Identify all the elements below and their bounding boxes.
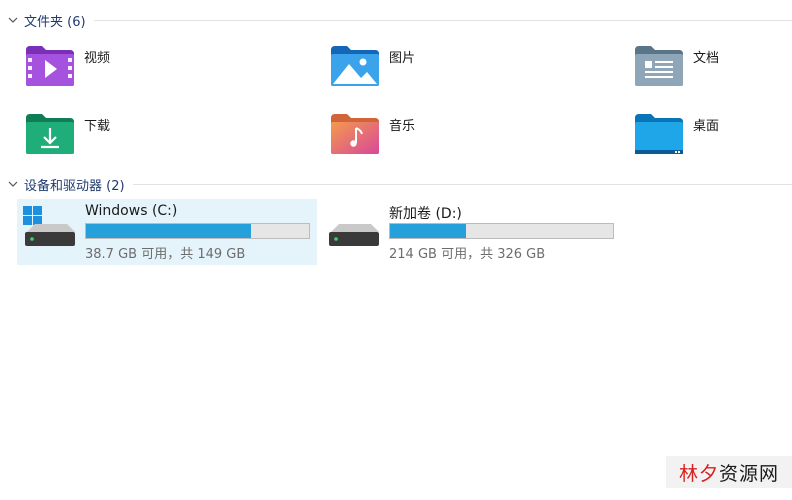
documents-folder-icon bbox=[633, 44, 685, 88]
drives-section-title: 设备和驱动器 (2) bbox=[24, 178, 125, 194]
drive-free-space: 214 GB 可用，共 326 GB bbox=[389, 247, 546, 262]
drive-d[interactable]: 新加卷 (D:) 214 GB 可用，共 326 GB bbox=[321, 199, 621, 265]
music-folder-icon bbox=[329, 112, 381, 156]
chevron-down-icon bbox=[6, 177, 20, 191]
hard-drive-icon bbox=[327, 204, 379, 256]
downloads-folder-icon bbox=[24, 112, 76, 156]
folders-section-title: 文件夹 (6) bbox=[24, 14, 86, 30]
folder-label: 文档 bbox=[693, 51, 720, 66]
folder-video[interactable]: 视频 bbox=[24, 44, 174, 92]
pictures-folder-icon bbox=[329, 44, 381, 88]
folders-section-header[interactable]: 文件夹 (6) bbox=[0, 9, 792, 31]
drive-free-space: 38.7 GB 可用，共 149 GB bbox=[85, 247, 246, 262]
video-folder-icon bbox=[24, 44, 76, 88]
folder-label: 图片 bbox=[389, 51, 416, 66]
folder-music[interactable]: 音乐 bbox=[329, 112, 479, 160]
folder-desktop[interactable]: 桌面 bbox=[633, 112, 783, 160]
folder-pictures[interactable]: 图片 bbox=[329, 44, 479, 92]
drive-c[interactable]: Windows (C:) 38.7 GB 可用，共 149 GB bbox=[17, 199, 317, 265]
watermark: 林夕 资源网 bbox=[666, 456, 792, 488]
drive-name: Windows (C:) bbox=[85, 203, 178, 219]
chevron-down-icon bbox=[6, 13, 20, 27]
folder-documents[interactable]: 文档 bbox=[633, 44, 783, 92]
folder-label: 下载 bbox=[84, 119, 111, 134]
folder-label: 桌面 bbox=[693, 119, 720, 134]
drive-usage-bar bbox=[389, 223, 614, 239]
folder-label: 音乐 bbox=[389, 119, 416, 134]
drive-usage-fill bbox=[390, 224, 466, 238]
folder-label: 视频 bbox=[84, 51, 111, 66]
watermark-part2: 资源网 bbox=[719, 462, 780, 485]
drives-section-header[interactable]: 设备和驱动器 (2) bbox=[0, 173, 792, 195]
drive-usage-fill bbox=[86, 224, 252, 238]
windows-drive-icon bbox=[23, 204, 75, 256]
section-divider bbox=[93, 19, 792, 21]
desktop-folder-icon bbox=[633, 112, 685, 156]
watermark-part1: 林夕 bbox=[678, 462, 719, 485]
drive-name: 新加卷 (D:) bbox=[389, 206, 462, 222]
folder-downloads[interactable]: 下载 bbox=[24, 112, 174, 160]
drive-usage-bar bbox=[85, 223, 310, 239]
section-divider bbox=[132, 183, 792, 185]
